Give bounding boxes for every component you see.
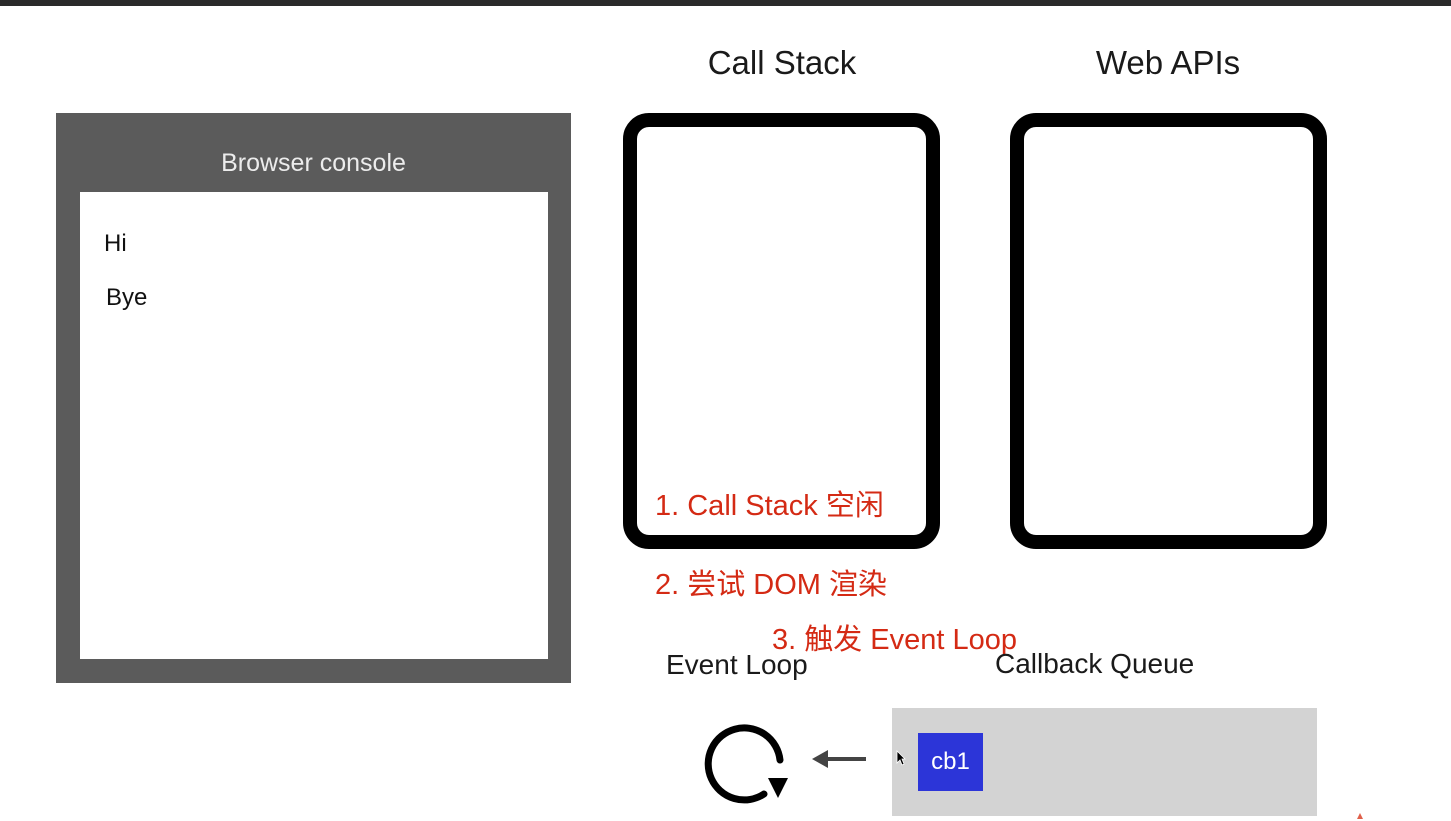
callback-queue: cb1 [892, 708, 1317, 816]
step-2-note: 2. 尝试 DOM 渲染 [655, 569, 888, 601]
mouse-cursor-icon [896, 750, 906, 766]
arrow-left-icon [812, 750, 866, 768]
event-loop-diagram: Browser console Hi Bye Call Stack Web AP… [0, 0, 1451, 821]
call-stack-heading: Call Stack [707, 44, 857, 81]
console-title: Browser console [221, 149, 406, 177]
console-line: Bye [106, 284, 148, 311]
red-dot-mark [1357, 813, 1363, 819]
console-output: Hi Bye [80, 192, 548, 659]
event-loop-label: Event Loop [666, 649, 808, 680]
step-3-note: 3. 触发 Event Loop [772, 624, 1018, 656]
console-line: Hi [104, 230, 127, 257]
web-apis-heading: Web APIs [1095, 44, 1241, 81]
callback-item: cb1 [918, 733, 983, 791]
web-apis-box [1010, 113, 1327, 549]
top-bar [0, 0, 1451, 6]
callback-queue-label: Callback Queue [995, 648, 1195, 679]
browser-console: Browser console Hi Bye [56, 113, 571, 683]
step-1-note: 1. Call Stack 空闲 [655, 490, 884, 522]
refresh-loop-icon [704, 724, 788, 804]
